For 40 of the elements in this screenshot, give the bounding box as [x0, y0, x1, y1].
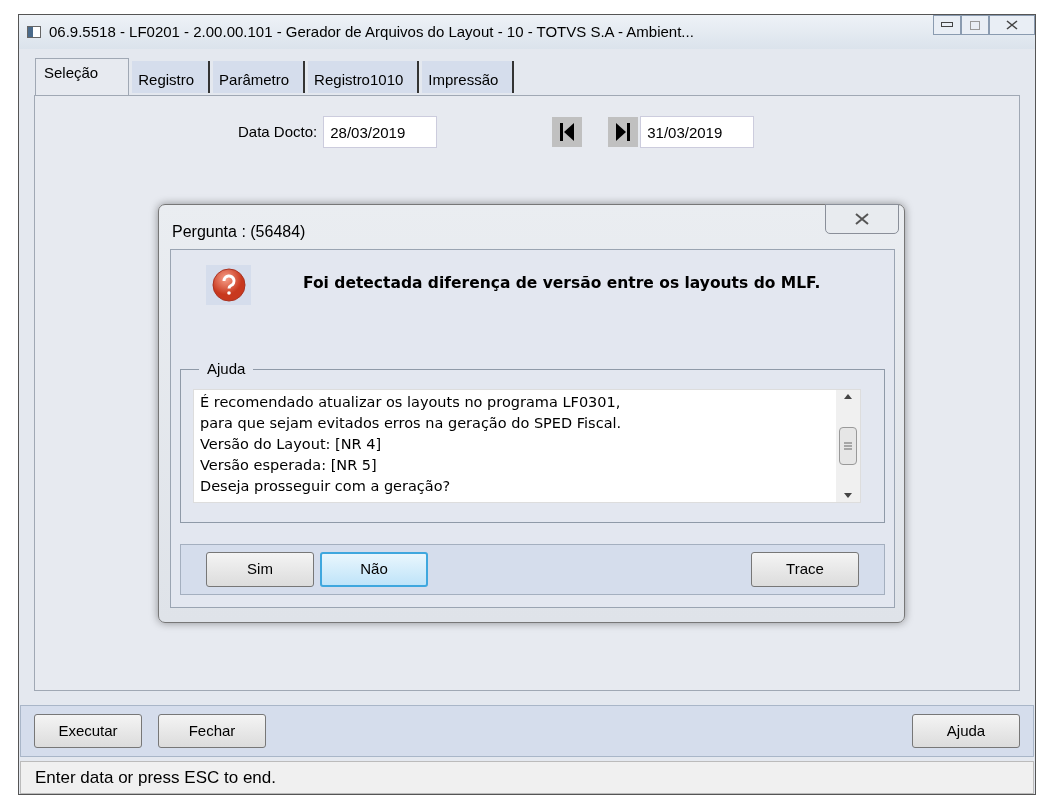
- close-button[interactable]: [989, 15, 1035, 35]
- footer-button[interactable]: Executar: [34, 714, 142, 748]
- close-icon: [855, 213, 869, 225]
- scrollbar[interactable]: [836, 390, 860, 502]
- skip-end-icon: [616, 123, 631, 141]
- tab[interactable]: Impressão: [422, 61, 515, 93]
- help-text-line: É recomendado atualizar os layouts no programa LF0301,: [200, 393, 622, 412]
- last-button[interactable]: [608, 117, 639, 147]
- footer-button[interactable]: Fechar: [158, 714, 266, 748]
- minimize-icon: [941, 22, 953, 28]
- window-title: 06.9.5518 - LF0201 - 2.00.00.101 - Gerador de Arquivos do Layout - 10 - TOTVS S.A - Ambient...: [49, 21, 694, 42]
- close-icon: [1006, 20, 1018, 30]
- skip-start-icon: [560, 123, 575, 141]
- scroll-down-icon: [844, 493, 852, 498]
- help-text-line: Versão do Layout: [NR 4]: [200, 435, 383, 454]
- date-field[interactable]: 31/03/2019: [640, 116, 755, 148]
- minimize-button[interactable]: [933, 15, 961, 35]
- dialog-message: Foi detectada diferença de versão entre os layouts do MLF.: [303, 273, 822, 293]
- dialog-title: Pergunta : (56484): [172, 222, 306, 242]
- status-bar: Enter data or press ESC to end.: [20, 761, 1034, 794]
- window-icon: [27, 26, 41, 38]
- tab[interactable]: Registro1010: [308, 61, 420, 93]
- help-text-line: Versão esperada: [NR 5]: [200, 456, 378, 475]
- tab[interactable]: Registro: [132, 61, 211, 93]
- help-text-line: para que sejam evitados erros na geração do SPED Fiscal.: [200, 414, 623, 433]
- field-label: Data Docto:: [238, 121, 318, 142]
- question-icon: [206, 265, 251, 305]
- scroll-up-icon: [844, 394, 852, 399]
- dialog-button[interactable]: Sim: [206, 552, 314, 587]
- first-button[interactable]: [552, 117, 583, 147]
- tab[interactable]: Parâmetro: [213, 61, 306, 93]
- help-text-line: Deseja prosseguir com a geração?: [200, 477, 452, 496]
- scroll-thumb[interactable]: [839, 427, 857, 465]
- footer-button[interactable]: Ajuda: [912, 714, 1020, 748]
- date-field[interactable]: 28/03/2019: [323, 116, 438, 148]
- close-button[interactable]: [825, 204, 899, 234]
- dialog-button[interactable]: Não: [320, 552, 428, 587]
- maximize-icon: [970, 20, 980, 30]
- tab[interactable]: Seleção: [35, 58, 130, 96]
- dialog-button[interactable]: Trace: [751, 552, 859, 587]
